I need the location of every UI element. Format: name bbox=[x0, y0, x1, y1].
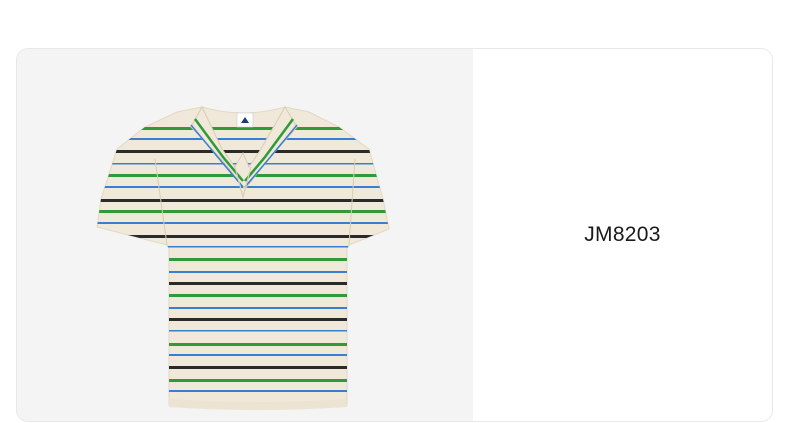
shirt-stripe bbox=[97, 271, 389, 273]
product-image-panel bbox=[17, 49, 473, 421]
polo-shirt-icon bbox=[96, 105, 390, 410]
shirt-stripe bbox=[97, 199, 389, 202]
shirt-stripe bbox=[97, 330, 389, 332]
shirt-stripe bbox=[97, 343, 389, 346]
shirt-stripe bbox=[97, 379, 389, 382]
shirt-stripe bbox=[97, 258, 389, 261]
shirt-stripe bbox=[97, 282, 389, 285]
product-info-panel: JM8203 bbox=[473, 49, 772, 421]
shirt-stripe bbox=[97, 150, 389, 153]
product-card[interactable]: JM8203 bbox=[16, 48, 773, 422]
shirt-stripe bbox=[97, 294, 389, 297]
shirt-stripe bbox=[97, 246, 389, 248]
shirt-stripe bbox=[97, 210, 389, 213]
shirt-stripe bbox=[97, 354, 389, 356]
shirt-stripe bbox=[97, 127, 389, 130]
shirt-stripe bbox=[97, 307, 389, 309]
shirt-stripe bbox=[97, 222, 389, 224]
shirt-stripe bbox=[97, 366, 389, 369]
product-sku: JM8203 bbox=[584, 223, 661, 246]
shirt-stripe bbox=[97, 390, 389, 392]
shirt-stripe bbox=[97, 318, 389, 321]
shirt-stripe bbox=[97, 138, 389, 140]
